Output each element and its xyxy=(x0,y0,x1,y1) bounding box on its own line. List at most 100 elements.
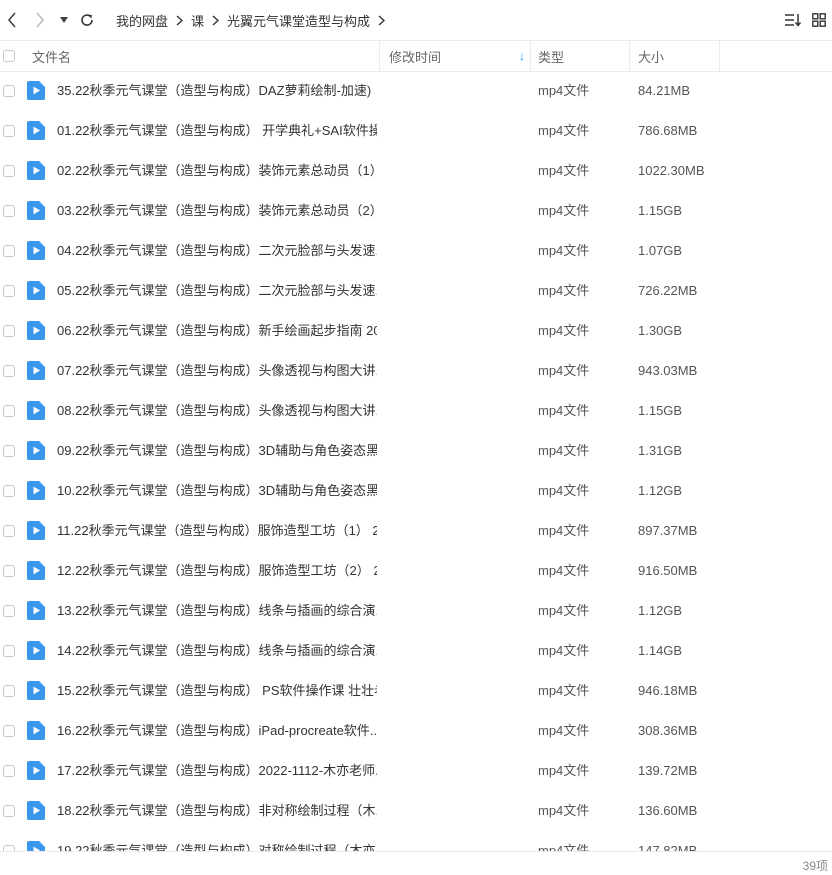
file-size: 1.12GB xyxy=(638,483,683,498)
file-name[interactable]: 35.22秋季元气课堂（造型与构成）DAZ萝莉绘制-加速)（... xyxy=(57,71,377,111)
file-row[interactable]: 35.22秋季元气课堂（造型与构成）DAZ萝莉绘制-加速)（... mp4文件 84… xyxy=(0,71,832,111)
select-all-checkbox[interactable] xyxy=(3,41,15,71)
file-list: 35.22秋季元气课堂（造型与构成）DAZ萝莉绘制-加速)（... mp4文件 84… xyxy=(0,71,832,851)
file-row[interactable]: 04.22秋季元气课堂（造型与构成）二次元脸部与头发速... mp4文件 1.07G… xyxy=(0,231,832,271)
file-row[interactable]: 13.22秋季元气课堂（造型与构成）线条与插画的综合演... mp4文件 1.12G… xyxy=(0,591,832,631)
file-row[interactable]: 12.22秋季元气课堂（造型与构成）服饰造型工坊（2） 2... mp4文件 916… xyxy=(0,551,832,591)
file-row[interactable]: 15.22秋季元气课堂（造型与构成） PS软件操作课 壮壮老... mp4文件 94… xyxy=(0,671,832,711)
file-name[interactable]: 15.22秋季元气课堂（造型与构成） PS软件操作课 壮壮老... xyxy=(57,671,377,711)
row-checkbox[interactable] xyxy=(3,365,15,377)
file-type: mp4文件 xyxy=(538,83,590,98)
file-row[interactable]: 01.22秋季元气课堂（造型与构成） 开学典礼+SAI软件操... mp4文件 78… xyxy=(0,111,832,151)
column-divider[interactable] xyxy=(379,41,380,71)
row-checkbox[interactable] xyxy=(3,405,15,417)
file-name[interactable]: 16.22秋季元气课堂（造型与构成）iPad-procreate软件... xyxy=(57,711,377,751)
row-checkbox[interactable] xyxy=(3,645,15,657)
video-file-icon xyxy=(27,81,45,100)
file-name[interactable]: 03.22秋季元气课堂（造型与构成）装饰元素总动员（2）... xyxy=(57,191,377,231)
file-size: 1.30GB xyxy=(638,323,683,338)
back-button[interactable] xyxy=(0,0,24,40)
file-name[interactable]: 19.22秋季元气课堂（造型与构成）对称绘制过程（木亦... xyxy=(57,831,377,851)
row-checkbox[interactable] xyxy=(3,165,15,177)
row-checkbox[interactable] xyxy=(3,285,15,297)
file-name[interactable]: 12.22秋季元气课堂（造型与构成）服饰造型工坊（2） 2... xyxy=(57,551,377,591)
file-row[interactable]: 05.22秋季元气课堂（造型与构成）二次元脸部与头发速... mp4文件 726.2… xyxy=(0,271,832,311)
row-checkbox[interactable] xyxy=(3,85,15,97)
file-name[interactable]: 09.22秋季元气课堂（造型与构成）3D辅助与角色姿态黑... xyxy=(57,431,377,471)
file-name[interactable]: 18.22秋季元气课堂（造型与构成）非对称绘制过程（木... xyxy=(57,791,377,831)
breadcrumb-item-current-folder[interactable]: 光翼元气课堂造型与构成 xyxy=(219,11,378,30)
file-type: mp4文件 xyxy=(538,843,590,851)
row-checkbox[interactable] xyxy=(3,805,15,817)
file-row[interactable]: 11.22秋季元气课堂（造型与构成）服饰造型工坊（1） 2... mp4文件 897… xyxy=(0,511,832,551)
column-type-header[interactable]: 类型 xyxy=(538,41,564,71)
column-name-header[interactable]: 文件名 xyxy=(32,41,71,71)
file-row[interactable]: 09.22秋季元气课堂（造型与构成）3D辅助与角色姿态黑... mp4文件 1.31… xyxy=(0,431,832,471)
row-checkbox[interactable] xyxy=(3,725,15,737)
chevron-right-icon[interactable] xyxy=(378,14,386,26)
file-name[interactable]: 01.22秋季元气课堂（造型与构成） 开学典礼+SAI软件操... xyxy=(57,111,377,151)
file-name[interactable]: 14.22秋季元气课堂（造型与构成）线条与插画的综合演... xyxy=(57,631,377,671)
history-dropdown-button[interactable] xyxy=(53,0,75,40)
row-checkbox[interactable] xyxy=(3,565,15,577)
file-row[interactable]: 03.22秋季元气课堂（造型与构成）装饰元素总动员（2）... mp4文件 1.15… xyxy=(0,191,832,231)
column-divider[interactable] xyxy=(629,41,630,71)
row-checkbox[interactable] xyxy=(3,125,15,137)
file-row[interactable]: 16.22秋季元气课堂（造型与构成）iPad-procreate软件... mp4… xyxy=(0,711,832,751)
file-name[interactable]: 07.22秋季元气课堂（造型与构成）头像透视与构图大讲... xyxy=(57,351,377,391)
file-name[interactable]: 05.22秋季元气课堂（造型与构成）二次元脸部与头发速... xyxy=(57,271,377,311)
file-row[interactable]: 08.22秋季元气课堂（造型与构成）头像透视与构图大讲... mp4文件 1.15G… xyxy=(0,391,832,431)
file-size: 147.82MB xyxy=(638,843,698,851)
file-row[interactable]: 17.22秋季元气课堂（造型与构成）2022-1112-木亦老师... mp4文件… xyxy=(0,751,832,791)
row-checkbox[interactable] xyxy=(3,245,15,257)
column-divider[interactable] xyxy=(530,41,531,71)
file-name[interactable]: 17.22秋季元气课堂（造型与构成）2022-1112-木亦老师... xyxy=(57,751,377,791)
row-checkbox[interactable] xyxy=(3,765,15,777)
file-type: mp4文件 xyxy=(538,483,590,498)
file-type: mp4文件 xyxy=(538,443,590,458)
file-name[interactable]: 04.22秋季元气课堂（造型与构成）二次元脸部与头发速... xyxy=(57,231,377,271)
video-file-icon xyxy=(27,241,45,260)
column-divider[interactable] xyxy=(719,41,720,71)
sort-button[interactable] xyxy=(780,0,806,40)
row-checkbox[interactable] xyxy=(3,485,15,497)
sort-desc-icon: ↓ xyxy=(519,49,525,63)
grid-view-button[interactable] xyxy=(806,0,832,40)
video-file-icon xyxy=(27,281,45,300)
file-size: 1.14GB xyxy=(638,643,683,658)
row-checkbox[interactable] xyxy=(3,525,15,537)
row-checkbox[interactable] xyxy=(3,685,15,697)
file-row[interactable]: 14.22秋季元气课堂（造型与构成）线条与插画的综合演... mp4文件 1.14G… xyxy=(0,631,832,671)
file-size: 1022.30MB xyxy=(638,163,705,178)
file-name[interactable]: 08.22秋季元气课堂（造型与构成）头像透视与构图大讲... xyxy=(57,391,377,431)
file-name[interactable]: 13.22秋季元气课堂（造型与构成）线条与插画的综合演... xyxy=(57,591,377,631)
file-row[interactable]: 02.22秋季元气课堂（造型与构成）装饰元素总动员（1）... mp4文件 1022… xyxy=(0,151,832,191)
column-mtime-header[interactable]: 修改时间 ↓ xyxy=(389,41,529,71)
sort-list-icon xyxy=(784,14,801,27)
file-type: mp4文件 xyxy=(538,763,590,778)
breadcrumb-item-course[interactable]: 课 xyxy=(183,11,212,30)
file-row[interactable]: 07.22秋季元气课堂（造型与构成）头像透视与构图大讲... mp4文件 943.0… xyxy=(0,351,832,391)
file-row[interactable]: 10.22秋季元气课堂（造型与构成）3D辅助与角色姿态黑... mp4文件 1.12… xyxy=(0,471,832,511)
video-file-icon xyxy=(27,801,45,820)
file-name[interactable]: 06.22秋季元气课堂（造型与构成）新手绘画起步指南 20... xyxy=(57,311,377,351)
video-file-icon xyxy=(27,521,45,540)
file-type: mp4文件 xyxy=(538,563,590,578)
forward-button[interactable] xyxy=(28,0,52,40)
file-row[interactable]: 18.22秋季元气课堂（造型与构成）非对称绘制过程（木... mp4文件 136.6… xyxy=(0,791,832,831)
video-file-icon xyxy=(27,601,45,620)
row-checkbox[interactable] xyxy=(3,445,15,457)
column-size-header[interactable]: 大小 xyxy=(638,41,664,71)
row-checkbox[interactable] xyxy=(3,205,15,217)
row-checkbox[interactable] xyxy=(3,325,15,337)
file-row[interactable]: 19.22秋季元气课堂（造型与构成）对称绘制过程（木亦... mp4文件 147.8… xyxy=(0,831,832,851)
file-type: mp4文件 xyxy=(538,363,590,378)
breadcrumb-item-my-drive[interactable]: 我的网盘 xyxy=(108,11,176,30)
file-name[interactable]: 10.22秋季元气课堂（造型与构成）3D辅助与角色姿态黑... xyxy=(57,471,377,511)
row-checkbox[interactable] xyxy=(3,605,15,617)
file-name[interactable]: 02.22秋季元气课堂（造型与构成）装饰元素总动员（1）... xyxy=(57,151,377,191)
file-type: mp4文件 xyxy=(538,283,590,298)
file-name[interactable]: 11.22秋季元气课堂（造型与构成）服饰造型工坊（1） 2... xyxy=(57,511,377,551)
refresh-button[interactable] xyxy=(75,0,99,40)
file-row[interactable]: 06.22秋季元气课堂（造型与构成）新手绘画起步指南 20... mp4文件 1.3… xyxy=(0,311,832,351)
